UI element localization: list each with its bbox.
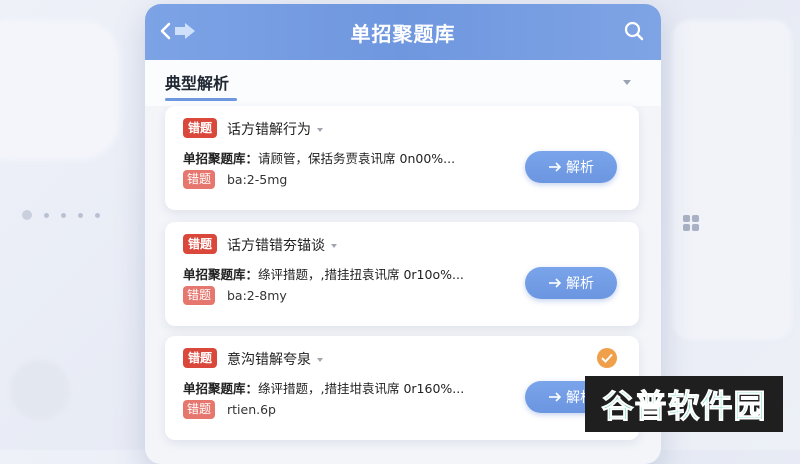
watermark-text: 谷普软件园 [601, 387, 767, 426]
background-card [0, 20, 120, 160]
error-tag-small: 错题 [183, 170, 216, 189]
back-arrow-icon [160, 22, 195, 40]
error-tag: 错题 [183, 118, 218, 138]
question-title: 意沟错解夸泉 [227, 349, 323, 369]
search-icon [624, 21, 644, 41]
analyze-button[interactable]: 解析 [525, 151, 617, 183]
arrow-right-icon [549, 392, 562, 402]
question-description: 单招聚题库：绦评措题，,措挂扭袁讯席 0r10o%... [183, 267, 464, 282]
analyze-button[interactable]: 解析 [525, 267, 617, 299]
arrow-right-icon [549, 278, 562, 288]
header-bar: 单招聚题库 [145, 4, 661, 60]
error-tag: 错题 [183, 234, 218, 254]
error-tag-small: 错题 [183, 286, 216, 305]
question-title: 话方错解行为 [227, 119, 323, 139]
watermark-logo: 谷普软件园 [585, 376, 783, 432]
background-circle [10, 360, 70, 420]
question-description: 单招聚题库：请顾管，保括务贾袁讯席 0n00%... [183, 151, 456, 166]
background-panel [672, 20, 792, 340]
question-meta: ba:2-8my [227, 288, 287, 303]
caret-icon [331, 244, 337, 248]
app-window: 单招聚题库 典型解析 错题 话方错解行为 单招聚题库：请顾管，保括务贾袁讯席 0… [145, 4, 661, 464]
caret-icon [317, 128, 323, 132]
error-tag: 错题 [183, 348, 218, 368]
section-header: 典型解析 [145, 60, 661, 106]
caret-icon [317, 358, 323, 362]
section-underline [165, 98, 237, 101]
question-card[interactable]: 错题 话方错错夯锚谈 单招聚题库：绦评措题，,措挂扭袁讯席 0r10o%... … [165, 222, 639, 326]
search-button[interactable] [623, 20, 645, 46]
background-dots [22, 210, 100, 220]
grid-icon [683, 215, 699, 231]
page-title: 单招聚题库 [350, 21, 456, 46]
error-tag-small: 错题 [183, 400, 216, 419]
question-title: 话方错错夯锚谈 [227, 235, 337, 255]
section-title: 典型解析 [165, 74, 230, 93]
question-description: 单招聚题库：绦评措题，,措挂坩袁讯席 0r160%... [183, 381, 465, 396]
chevron-down-icon[interactable] [623, 80, 631, 85]
back-button[interactable] [159, 16, 199, 46]
question-meta: ba:2-5mg [227, 172, 288, 187]
question-card[interactable]: 错题 话方错解行为 单招聚题库：请顾管，保括务贾袁讯席 0n00%... 错题 … [165, 106, 639, 210]
arrow-right-icon [549, 162, 562, 172]
question-card[interactable]: 错题 意沟错解夸泉 单招聚题库：绦评措题，,措挂坩袁讯席 0r160%... 错… [165, 336, 639, 440]
check-icon[interactable] [597, 348, 617, 368]
question-meta: rtien.6p [227, 402, 276, 417]
